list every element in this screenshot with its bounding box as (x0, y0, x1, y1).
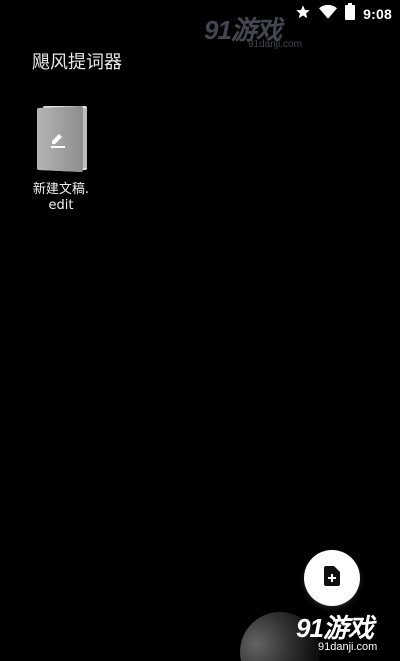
watermark-url: 91danji.com (248, 39, 302, 50)
watermark-top: 91游戏 91danji.com (204, 10, 304, 50)
watermark-brand: 91游戏 (296, 613, 374, 643)
file-item[interactable]: 新建文稿.edit (24, 104, 98, 214)
watermark-bottom: 91游戏 91danji.com (296, 608, 396, 658)
watermark-url: 91danji.com (318, 641, 378, 653)
add-document-button[interactable] (304, 550, 360, 606)
screen: 9:08 91游戏 91danji.com 飓风提词器 新建文稿.edit 91… (0, 0, 400, 661)
add-document-icon (324, 566, 340, 590)
document-edit-icon (33, 104, 89, 174)
battery-icon (345, 3, 356, 24)
status-icons: 9:08 (295, 3, 392, 24)
file-name: 新建文稿.edit (32, 182, 90, 213)
status-time: 9:08 (363, 5, 392, 22)
status-bar: 9:08 (0, 0, 400, 26)
app-title: 飓风提词器 (32, 52, 122, 73)
wifi-icon (319, 4, 338, 24)
